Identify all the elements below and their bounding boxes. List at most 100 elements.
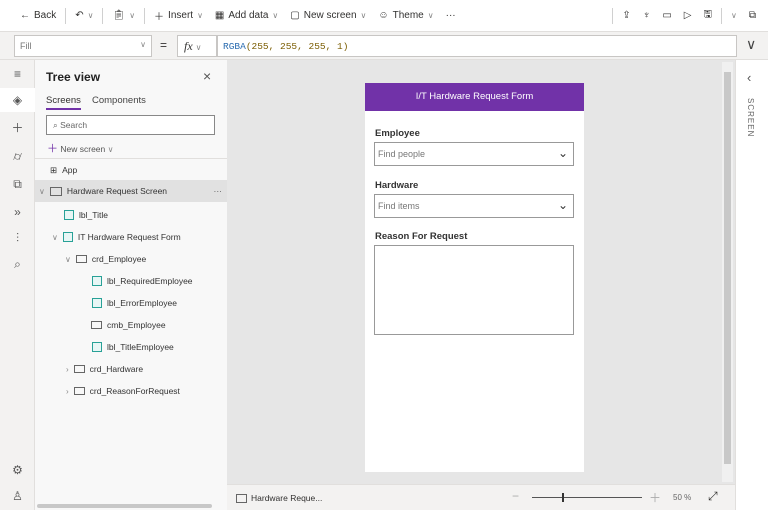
hardware-label: Hardware — [375, 180, 419, 191]
tree-item-app[interactable]: ⊞ App — [50, 160, 77, 180]
play-icon[interactable]: ▷ — [678, 10, 698, 21]
tree-item-card[interactable]: › crd_Hardware — [66, 359, 143, 379]
paste-button[interactable]: 📋︎ ∨ — [106, 10, 141, 21]
stethoscope-icon[interactable]: ♆ — [637, 10, 657, 21]
fx-button[interactable]: fx ∨ — [177, 35, 217, 57]
hamburger-menu-icon[interactable]: ≡ — [0, 62, 35, 86]
chevron-down-icon[interactable]: ∨ — [725, 11, 743, 20]
expand-formula-icon[interactable]: ∨ — [746, 36, 756, 53]
panel-title: Tree view — [46, 70, 101, 84]
screen-icon — [236, 493, 247, 503]
insert-plus-icon[interactable]: ＋ — [0, 116, 35, 140]
divider — [35, 158, 227, 159]
settings-gear-icon[interactable]: ⚙ — [0, 458, 35, 482]
tree-item-label[interactable]: lbl_ErrorEmployee — [92, 293, 177, 313]
tree-item-screen[interactable]: ∨ Hardware Request Screen ··· — [35, 180, 227, 202]
zoom-slider[interactable] — [532, 497, 642, 498]
new-screen-button[interactable]: ＋ New screen ∨ — [47, 140, 114, 156]
data-cylinder-icon[interactable]: ⌭ — [0, 144, 35, 168]
zoom-level: 50 % — [673, 493, 692, 502]
divider — [102, 7, 104, 24]
chevron-down-icon: ∨ — [87, 11, 94, 20]
divider — [144, 7, 146, 24]
tab-components[interactable]: Components — [92, 95, 146, 106]
chevron-right-icon: › — [66, 386, 69, 396]
chevron-down-icon: ∨ — [140, 40, 146, 49]
card-icon — [73, 365, 85, 373]
chevron-down-icon: ∨ — [427, 11, 434, 20]
tree-item-card[interactable]: › crd_ReasonForRequest — [66, 381, 180, 401]
power-automate-icon[interactable]: » — [0, 200, 35, 224]
chevron-right-icon: › — [66, 364, 69, 374]
formula-input[interactable]: RGBA(255, 255, 255, 1) — [217, 35, 737, 57]
screen-selector[interactable]: Hardware Reque... — [236, 493, 322, 503]
back-button[interactable]: ← Back — [14, 10, 62, 21]
form-title: I/T Hardware Request Form — [365, 83, 584, 111]
zoom-slider-thumb[interactable] — [561, 493, 564, 502]
chevron-down-icon: ∨ — [107, 145, 114, 154]
chevron-down-icon: ⌄ — [557, 146, 568, 160]
publish-icon[interactable]: ⧉ — [743, 10, 762, 21]
divider — [721, 7, 722, 24]
tree-item-card[interactable]: ∨ crd_Employee — [65, 249, 146, 269]
plus-icon: ＋ — [47, 143, 58, 155]
tree-item-label[interactable]: lbl_Title — [64, 205, 108, 225]
zoom-out-button[interactable]: − — [512, 489, 519, 503]
search-input[interactable]: ⌕ Search — [46, 115, 215, 135]
undo-button[interactable]: ↶ ∨ — [69, 10, 99, 21]
properties-panel-collapsed: ‹ SCREEN — [735, 60, 768, 510]
save-icon[interactable]: 🖫︎ — [697, 7, 718, 24]
fit-to-window-icon[interactable]: ⤢ — [708, 489, 718, 504]
comment-icon[interactable]: ▭ — [656, 10, 677, 21]
chevron-down-icon: ∨ — [52, 232, 58, 242]
label-icon — [92, 298, 102, 308]
plus-icon: ＋ — [154, 12, 165, 23]
command-bar: ← Back ↶ ∨ 📋︎ ∨ ＋ Insert ∨ ▦ Add data ∨ ▢ New … — [0, 0, 768, 32]
tools-icon[interactable]: ⫶ — [0, 226, 35, 250]
palette-icon: ☺ — [378, 10, 389, 21]
tab-screens[interactable]: Screens — [46, 95, 81, 110]
search-icon: ⌕ — [53, 120, 58, 130]
chevron-down-icon: ⌄ — [557, 198, 568, 212]
media-icon[interactable]: ⧉ — [0, 172, 35, 196]
theme-button[interactable]: ☺ Theme ∨ — [372, 10, 439, 21]
zoom-in-button[interactable]: ＋ — [649, 489, 661, 506]
employee-label: Employee — [375, 128, 420, 139]
reason-textarea[interactable] — [374, 245, 574, 335]
label-icon — [92, 342, 102, 352]
chevron-down-icon: ∨ — [39, 186, 45, 196]
screen-icon — [49, 186, 62, 196]
more-button[interactable]: ··· — [440, 10, 462, 21]
tree-item-combobox[interactable]: cmb_Employee — [91, 315, 166, 335]
hardware-combobox[interactable]: Find items ⌄ — [374, 194, 574, 218]
expand-panel-icon[interactable]: ‹ — [747, 70, 751, 85]
add-data-button[interactable]: ▦ Add data ∨ — [209, 10, 284, 21]
chevron-down-icon: ∨ — [65, 254, 71, 264]
label-icon — [64, 210, 74, 220]
horizontal-scrollbar[interactable] — [37, 504, 212, 508]
virtual-agent-icon[interactable]: ♙ — [0, 484, 35, 508]
tree-item-label[interactable]: lbl_TitleEmployee — [92, 337, 174, 357]
layers-icon[interactable]: ◈ — [0, 88, 35, 112]
insert-button[interactable]: ＋ Insert ∨ — [148, 8, 209, 23]
app-icon: ⊞ — [50, 164, 58, 175]
combobox-icon — [91, 321, 102, 329]
close-icon[interactable]: × — [203, 68, 211, 84]
chevron-down-icon: ∨ — [197, 11, 203, 20]
tree-item-label[interactable]: lbl_RequiredEmployee — [92, 271, 193, 291]
new-screen-button[interactable]: ▢ New screen ∨ — [284, 10, 372, 21]
database-icon: ▦ — [214, 10, 225, 21]
employee-combobox[interactable]: Find people ⌄ — [374, 142, 574, 166]
share-icon[interactable]: ⇪ — [616, 10, 636, 21]
clipboard-icon: 📋︎ — [112, 10, 126, 21]
scrollbar-thumb[interactable] — [724, 72, 731, 464]
tree-item-form[interactable]: ∨ IT Hardware Request Form — [52, 227, 181, 247]
chevron-down-icon: ∨ — [129, 11, 136, 20]
more-options-icon[interactable]: ··· — [214, 186, 223, 196]
search-icon[interactable]: ⌕ — [0, 252, 35, 276]
chevron-down-icon: ∨ — [360, 11, 367, 20]
divider — [65, 7, 67, 24]
reason-label: Reason For Request — [375, 231, 468, 242]
property-dropdown[interactable]: Fill ∨ — [14, 35, 152, 57]
form-icon — [62, 232, 73, 242]
